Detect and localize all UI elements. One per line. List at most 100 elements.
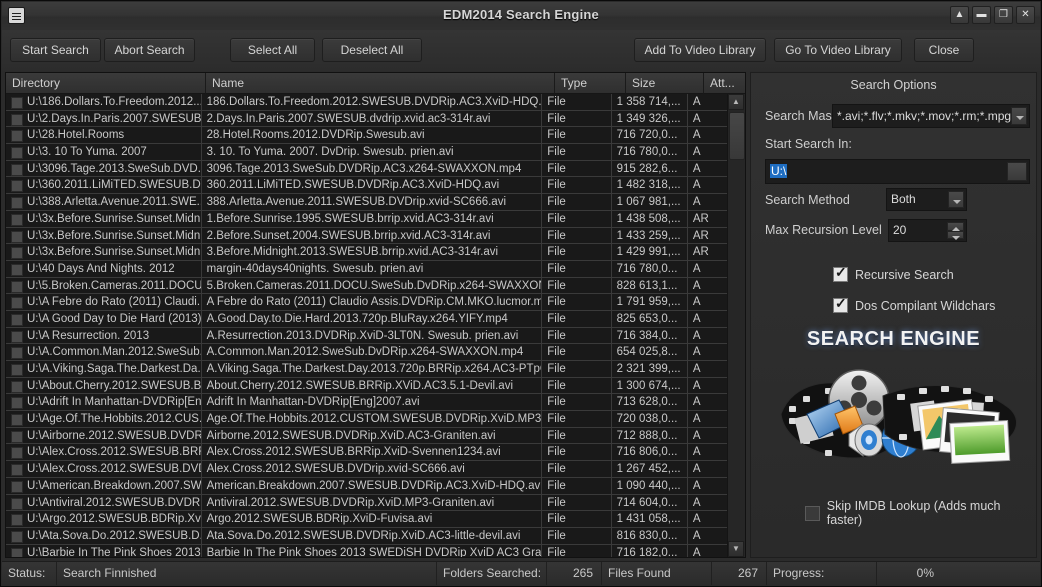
files-found-value: 267 <box>712 562 767 585</box>
table-row[interactable]: U:\Barbie In The Pink Shoes 2013 Barbie I… <box>6 544 728 557</box>
table-row[interactable]: U:\3x.Before.Sunrise.Sunset.Midn... 2.Bef… <box>6 227 728 245</box>
rollup-button[interactable]: ▲ <box>950 6 969 24</box>
row-select-checkbox[interactable] <box>11 163 23 176</box>
table-row[interactable]: U:\Alex.Cross.2012.SWESUB.DVD... Alex.Cro… <box>6 461 728 478</box>
table-row[interactable]: U:\Antiviral.2012.SWESUB.DVDRi... Antivir… <box>6 494 728 512</box>
max-recursion-level-stepper[interactable]: 20 <box>888 219 967 242</box>
table-row[interactable]: U:\Adrift In Manhattan-DVDRip[En... Adrif… <box>6 394 728 412</box>
row-select-checkbox[interactable] <box>11 397 23 410</box>
table-row[interactable]: U:\3096.Tage.2013.SweSub.DVD... 3096.Tage… <box>6 160 728 178</box>
add-to-video-library-button[interactable]: Add To Video Library <box>634 38 766 62</box>
row-select-checkbox[interactable] <box>11 414 23 427</box>
search-mask-input[interactable]: *.avi;*.flv;*.mkv;*.mov;*.rm;*.mpg;* <box>832 104 1030 128</box>
row-select-checkbox[interactable] <box>11 430 23 443</box>
cell-name: A Febre do Rato (2011) Claudio Assis.DVD… <box>201 294 543 311</box>
select-all-button[interactable]: Select All <box>230 38 315 62</box>
row-select-checkbox[interactable] <box>11 213 23 226</box>
row-select-checkbox[interactable] <box>11 113 23 126</box>
table-row[interactable]: U:\A.Common.Man.2012.SweSub.... A.Common.… <box>6 344 728 361</box>
row-select-checkbox[interactable] <box>11 247 23 260</box>
row-select-checkbox[interactable] <box>11 380 23 393</box>
row-select-checkbox[interactable] <box>11 130 23 143</box>
start-search-button[interactable]: Start Search <box>10 38 101 62</box>
scrollbar-thumb[interactable] <box>729 112 745 160</box>
table-row[interactable]: U:\A Good Day to Die Hard (2013) A.Good.D… <box>6 310 728 328</box>
start-search-in-input[interactable]: U:\ <box>765 159 1030 184</box>
close-window-button[interactable]: ✕ <box>1016 6 1035 24</box>
row-select-checkbox[interactable] <box>11 97 23 109</box>
chevron-down-icon[interactable] <box>948 191 964 208</box>
scroll-down-icon[interactable]: ▼ <box>728 541 744 557</box>
search-method-select[interactable]: Both <box>886 188 967 211</box>
minimize-button[interactable]: ▬ <box>972 6 991 24</box>
table-row[interactable]: U:\About.Cherry.2012.SWESUB.B... About.Ch… <box>6 377 728 395</box>
row-select-checkbox[interactable] <box>11 313 23 326</box>
skip-imdb-checkbox-row[interactable]: Skip IMDB Lookup (Adds much faster) <box>805 499 1036 527</box>
row-select-checkbox[interactable] <box>11 297 23 310</box>
table-row[interactable]: U:\Alex.Cross.2012.SWESUB.BRR... Alex.Cro… <box>6 444 728 462</box>
table-row[interactable]: U:\2.Days.In.Paris.2007.SWESUB... 2.Days.… <box>6 110 728 128</box>
row-select-checkbox[interactable] <box>11 147 23 160</box>
row-select-checkbox[interactable] <box>11 197 23 210</box>
row-select-checkbox[interactable] <box>11 347 23 360</box>
row-select-checkbox[interactable] <box>11 514 23 527</box>
table-row[interactable]: U:\Airborne.2012.SWESUB.DVDRi... Airborne… <box>6 427 728 445</box>
close-button[interactable]: Close <box>914 38 974 62</box>
table-row[interactable]: U:\360.2011.LiMiTED.SWESUB.DV... 360.2011… <box>6 177 728 195</box>
cell-size: 1 431 058,... <box>611 511 688 528</box>
table-row[interactable]: U:\3. 10 To Yuma. 2007 3. 10. To Yuma. 20… <box>6 144 728 161</box>
browse-folder-button[interactable] <box>1007 162 1027 181</box>
cell-attributes: A <box>687 344 728 361</box>
table-row[interactable]: U:\28.Hotel.Rooms 28.Hotel.Rooms.2012.DVD… <box>6 127 728 145</box>
table-row[interactable]: U:\Age.Of.The.Hobbits.2012.CUS... Age.Of.… <box>6 411 728 428</box>
column-header-directory[interactable]: Directory <box>6 73 206 94</box>
go-to-video-library-button[interactable]: Go To Video Library <box>774 38 902 62</box>
table-row[interactable]: U:\186.Dollars.To.Freedom.2012.... 186.Do… <box>6 94 728 111</box>
table-row[interactable]: U:\5.Broken.Cameras.2011.DOCU... 5.Broken… <box>6 277 728 295</box>
skip-imdb-lookup-checkbox[interactable] <box>805 505 820 521</box>
table-row[interactable]: U:\American.Breakdown.2007.SW... American… <box>6 477 728 495</box>
row-select-checkbox[interactable] <box>11 364 23 376</box>
row-select-checkbox[interactable] <box>11 547 23 557</box>
row-select-checkbox[interactable] <box>11 464 23 477</box>
row-select-checkbox[interactable] <box>11 180 23 193</box>
table-row[interactable]: U:\A Febre do Rato (2011) Claudi... A Feb… <box>6 294 728 311</box>
row-select-checkbox[interactable] <box>11 480 23 493</box>
row-select-checkbox[interactable] <box>11 497 23 510</box>
cell-name: 186.Dollars.To.Freedom.2012.SWESUB.DVDRi… <box>201 94 543 111</box>
stepper-up-icon[interactable] <box>947 222 964 231</box>
results-vertical-scrollbar[interactable]: ▲ ▼ <box>727 94 745 557</box>
table-row[interactable]: U:\A.Viking.Saga.The.Darkest.Da... A.Viki… <box>6 361 728 378</box>
dos-wildchars-checkbox-row[interactable]: Dos Compilant Wildchars <box>833 295 995 313</box>
table-row[interactable]: U:\3x.Before.Sunrise.Sunset.Midn... 1.Bef… <box>6 210 728 228</box>
column-header-type[interactable]: Type <box>555 73 626 94</box>
recursive-search-checkbox-row[interactable]: Recursive Search <box>833 264 954 282</box>
table-row[interactable]: U:\40 Days And Nights. 2012 margin-40days… <box>6 260 728 278</box>
table-row[interactable]: U:\A Resurrection. 2013 A.Resurrection.20… <box>6 327 728 345</box>
cell-directory: U:\3x.Before.Sunrise.Sunset.Midn... <box>6 244 202 261</box>
column-header-name[interactable]: Name <box>206 73 555 94</box>
column-header-size[interactable]: Size <box>626 73 704 94</box>
row-select-checkbox[interactable] <box>11 447 23 460</box>
row-select-checkbox[interactable] <box>11 263 23 276</box>
recursive-search-checkbox[interactable] <box>833 264 848 282</box>
table-row[interactable]: U:\3x.Before.Sunrise.Sunset.Midn... 3.Bef… <box>6 244 728 261</box>
column-header-attributes[interactable]: Att... <box>704 73 745 94</box>
row-select-checkbox[interactable] <box>11 330 23 343</box>
chevron-down-icon[interactable] <box>1011 107 1027 125</box>
rollup-icon: ▲ <box>954 9 965 20</box>
abort-search-button[interactable]: Abort Search <box>104 38 195 62</box>
maximize-button[interactable]: ❐ <box>994 6 1013 24</box>
scroll-up-icon[interactable]: ▲ <box>728 94 744 110</box>
dos-compilant-wildchars-checkbox[interactable] <box>833 295 848 313</box>
row-select-checkbox[interactable] <box>11 530 23 543</box>
stepper-down-icon[interactable] <box>947 230 964 239</box>
stepper-arrows[interactable] <box>947 222 964 239</box>
cell-attributes: AR <box>687 210 728 228</box>
table-row[interactable]: U:\388.Arletta.Avenue.2011.SWE... 388.Arl… <box>6 194 728 211</box>
row-select-checkbox[interactable] <box>11 230 23 243</box>
table-row[interactable]: U:\Argo.2012.SWESUB.BDRip.Xvi... Argo.201… <box>6 511 728 528</box>
deselect-all-button[interactable]: Deselect All <box>322 38 422 62</box>
row-select-checkbox[interactable] <box>11 280 23 293</box>
table-row[interactable]: U:\Ata.Sova.Do.2012.SWESUB.D... Ata.Sova.… <box>6 527 728 545</box>
